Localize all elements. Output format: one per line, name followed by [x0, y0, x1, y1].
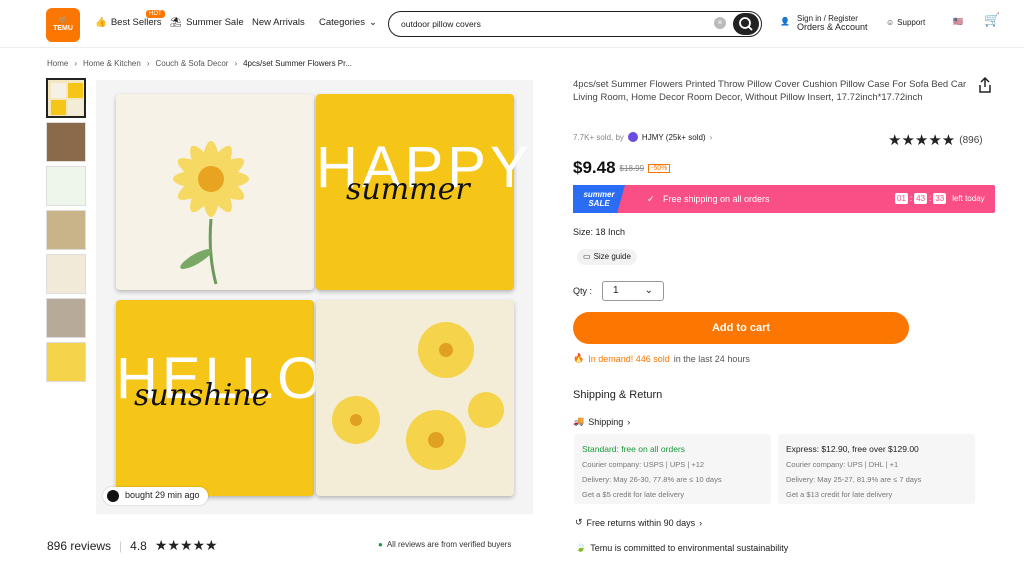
leaf-icon: 🍃: [575, 542, 587, 552]
verified-note: ● All reviews are from verified buyers: [378, 540, 512, 549]
summer-sale-banner: summer SALE ✓ Free shipping on all order…: [573, 185, 995, 213]
seller-logo-icon: [627, 132, 638, 142]
stars-icon: ★★★★★: [154, 537, 218, 553]
shield-check-icon: ●: [378, 540, 383, 549]
truck-icon: 🚚: [573, 416, 585, 426]
shipping-heading: Shipping & Return: [573, 389, 663, 401]
pillow-hello: HELLO sunshine: [116, 300, 322, 496]
sale-badge: summer SALE: [573, 185, 625, 213]
discount-badge: -50%: [648, 163, 671, 173]
size-guide-button[interactable]: ▭ Size guide: [577, 249, 637, 265]
palm-tree-icon: ⛱: [170, 17, 183, 28]
free-shipping-text: Free shipping on all orders: [663, 194, 770, 204]
search-button[interactable]: [733, 13, 759, 35]
seller-link[interactable]: HJMY (25k+ sold): [642, 133, 706, 142]
cart-icon[interactable]: 🛒: [984, 13, 1000, 26]
pillow-happy: HAPPY summer: [316, 94, 529, 290]
breadcrumb-home-kitchen[interactable]: Home & Kitchen: [83, 59, 141, 68]
breadcrumb-current: 4pcs/set Summer Flowers Pr...: [243, 59, 353, 68]
rating-stars[interactable]: ★★★★★ (896): [888, 131, 983, 149]
user-icon: 👤: [780, 17, 790, 26]
support-link[interactable]: ☺ Support: [886, 18, 925, 27]
breadcrumb-home[interactable]: Home: [47, 59, 68, 68]
review-rating: 4.8: [130, 538, 147, 553]
flowers-icon: [332, 322, 504, 470]
sold-info: 7.7K+ sold, by HJMY (25k+ sold) ›: [573, 132, 713, 142]
reviews-summary: 896 reviews | 4.8 ★★★★★: [47, 537, 218, 553]
daisy-icon: [173, 141, 249, 285]
recent-purchase-badge: bought 29 min ago: [103, 487, 208, 505]
nav-summer-sale[interactable]: ⛱ Summer Sale: [170, 17, 244, 28]
free-returns-link[interactable]: ↺ Free returns within 90 days ›: [575, 517, 702, 528]
check-icon: ✓: [647, 194, 655, 204]
chat-icon: ☺: [886, 18, 895, 27]
thumbnail-6[interactable]: [46, 298, 86, 338]
thumbnail-3[interactable]: [46, 166, 86, 206]
qty-select[interactable]: 1 ⌄: [602, 281, 664, 301]
share-icon[interactable]: [977, 76, 993, 99]
thumbnail-5[interactable]: [46, 254, 86, 294]
add-to-cart-button[interactable]: Add to cart: [573, 312, 909, 344]
thumbnail-strip: [46, 78, 86, 386]
sustainability-link[interactable]: 🍃 Temu is committed to environmental sust…: [575, 542, 788, 553]
product-title: 4pcs/set Summer Flowers Printed Throw Pi…: [573, 79, 967, 103]
chevron-down-icon: ⌄: [644, 285, 653, 296]
account-link[interactable]: Sign in / Register Orders & Account: [797, 14, 868, 32]
main-product-image[interactable]: HAPPY summer HELLO sunshine: [96, 80, 533, 514]
us-flag-icon[interactable]: 🇺🇸: [953, 17, 963, 26]
qty-label: Qty :: [573, 286, 593, 296]
breadcrumb: Home › Home & Kitchen › Couch & Sofa Decor…: [47, 59, 353, 68]
pillow-flowers: [316, 300, 514, 496]
thumbnail-7[interactable]: [46, 342, 86, 382]
top-header: 🛒 TEMU HOT 👍 Best Sellers ⛱ Summer Sale New…: [0, 0, 1024, 48]
chevron-down-icon: ⌄: [368, 17, 377, 28]
countdown-timer: 01:43:33 left today: [895, 193, 985, 204]
price-row: $9.48 $18.99 -50%: [573, 158, 671, 178]
search-input[interactable]: outdoor pillow covers: [388, 11, 762, 37]
current-price: $9.48: [573, 158, 616, 177]
shipping-link[interactable]: 🚚 Shipping ›: [573, 416, 630, 427]
pillow-flower: [116, 94, 314, 290]
fire-icon: 🔥: [573, 353, 585, 363]
size-label: Size: 18 Inch: [573, 227, 626, 237]
nav-categories[interactable]: Categories ⌄: [319, 17, 377, 28]
review-count[interactable]: 896 reviews: [47, 539, 111, 553]
nav-best-sellers[interactable]: 👍 Best Sellers: [95, 17, 162, 28]
breadcrumb-couch-decor[interactable]: Couch & Sofa Decor: [156, 59, 229, 68]
stars-icon: ★★★★★: [888, 132, 956, 149]
express-shipping-card: Express: $12.90, free over $129.00 Couri…: [778, 434, 975, 504]
search-icon: [739, 17, 753, 31]
clear-icon[interactable]: ×: [714, 17, 726, 29]
return-icon: ↺: [575, 517, 583, 527]
demand-note: 🔥 In demand! 446 sold in the last 24 hours: [573, 353, 750, 364]
ruler-icon: ▭: [583, 252, 591, 261]
temu-logo[interactable]: 🛒 TEMU: [46, 8, 80, 42]
standard-shipping-card: Standard: free on all orders Courier com…: [574, 434, 771, 504]
thumbnail-2[interactable]: [46, 122, 86, 162]
avatar: [107, 490, 119, 502]
original-price: $18.99: [619, 163, 645, 173]
thumbnail-1[interactable]: [46, 78, 86, 118]
thumbs-up-icon: 👍: [95, 17, 107, 28]
nav-new-arrivals[interactable]: New Arrivals: [252, 17, 305, 28]
thumbnail-4[interactable]: [46, 210, 86, 250]
